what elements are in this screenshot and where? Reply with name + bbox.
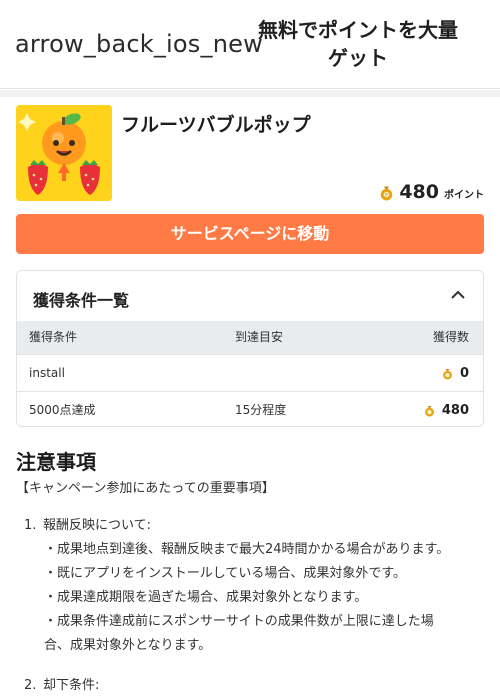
app-points: P 480 ポイント [378,181,484,203]
row-reward: 0 [441,355,469,392]
orange-strawberry-icon [16,105,112,201]
table-row: install 0 [17,354,483,391]
column-header-estimate: 到達目安 [235,330,284,344]
header-divider [0,90,500,97]
notes-item: 1. 報酬反映について: [24,514,484,538]
notes-bullet: ・成果地点到達後、報酬反映まで最大24時間かかる場合があります。 [44,542,450,557]
notes-item-number: 1. [24,518,37,533]
notes-subtitle: 【キャンペーン参加にあたっての重要事項】 [16,481,275,496]
coin-bag-icon [443,368,452,380]
row-reward-value: 480 [441,403,469,418]
chevron-up-icon[interactable] [449,288,467,302]
row-condition: install [29,366,65,380]
notes-title: 注意事項 [16,450,96,474]
coin-bag-icon [424,405,434,417]
conditions-accordion-header[interactable]: 獲得条件一覧 [17,271,483,321]
app-icon [16,105,112,201]
notes-item: 2. 却下条件: [24,674,484,698]
row-condition: 5000点達成 [29,403,96,417]
notes-bullet: ・既にアプリをインストールしている場合、成果対象外です。 [44,566,407,581]
svg-text:P: P [386,192,389,198]
app-header: arrow_back_ios_new 無料でポイントを大量ゲット [0,0,500,89]
row-reward: 480 [423,392,469,426]
go-to-service-page-button[interactable]: サービスページに移動 [16,214,484,254]
notes-item-number: 2. [24,678,37,693]
points-value: 480 [399,181,439,203]
coin-bag-icon: P [381,186,393,200]
row-reward-value: 0 [459,366,469,381]
row-estimate: 15分程度 [235,403,287,417]
notes-item-title: 却下条件: [43,678,100,693]
column-header-condition: 獲得条件 [29,330,78,344]
conditions-card: 獲得条件一覧 獲得条件 到達目安 獲得数 install 0 5000点達成 1… [16,270,484,427]
page-title: 無料でポイントを大量ゲット [258,18,458,70]
back-arrow-icon[interactable]: arrow_back_ios_new [15,30,263,58]
app-name: フルーツバブルポップ [121,114,311,136]
conditions-title: 獲得条件一覧 [33,291,130,310]
table-header: 獲得条件 到達目安 獲得数 [17,321,483,354]
notes-bullet: ・成果達成期限を過ぎた場合、成果対象外となります。 [44,590,368,605]
table-row: 5000点達成 15分程度 480 [17,391,483,426]
points-unit: ポイント [444,189,484,201]
notes-bullet: ・成果条件達成前にスポンサーサイトの成果件数が上限に達した場 [44,614,434,629]
notes-bullet-continuation: 合、成果対象外となります。 [44,638,212,653]
notes-item-title: 報酬反映について: [43,518,151,533]
column-header-reward: 獲得数 [432,330,469,344]
